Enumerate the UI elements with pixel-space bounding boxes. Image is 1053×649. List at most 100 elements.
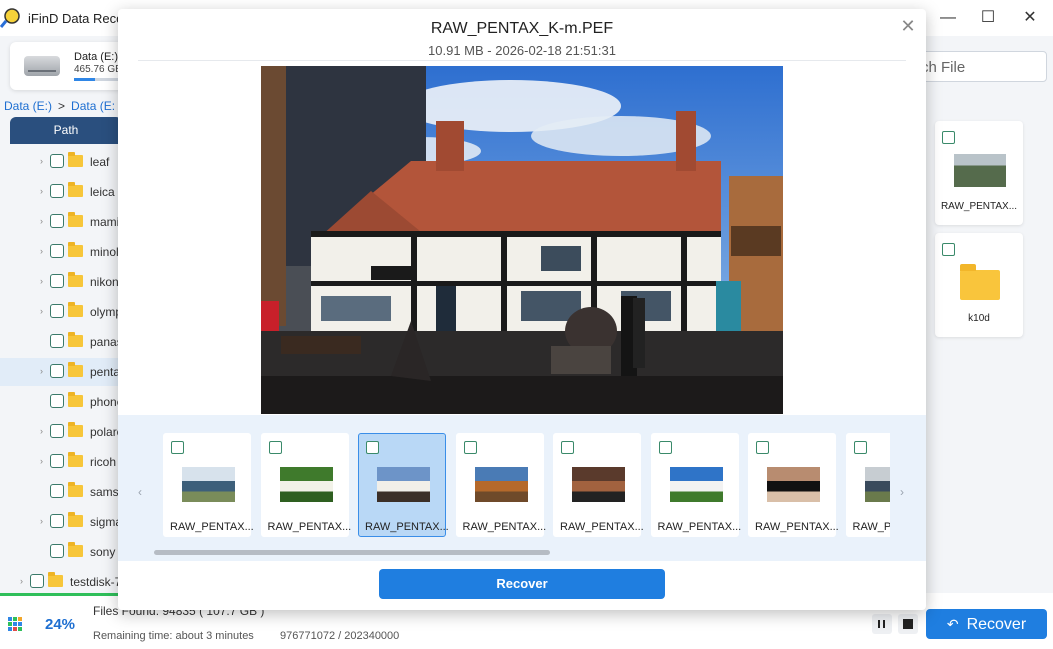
- tree-checkbox[interactable]: [50, 364, 64, 378]
- recover-button[interactable]: ↶ Recover: [926, 609, 1047, 639]
- tab-path[interactable]: Path: [10, 117, 122, 144]
- thumbnail-image: [377, 467, 430, 502]
- thumbnail-checkbox[interactable]: [268, 441, 282, 454]
- folder-icon: [68, 362, 83, 377]
- close-icon[interactable]: ✕: [898, 16, 918, 36]
- tree-checkbox[interactable]: [50, 394, 64, 408]
- tree-checkbox[interactable]: [50, 454, 64, 468]
- thumbnail-card[interactable]: RAW_PENTAX...: [650, 433, 742, 537]
- chevron-right-icon[interactable]: ›: [40, 156, 43, 166]
- folder-icon: [68, 422, 83, 437]
- thumbnail-card[interactable]: RAW_PE: [845, 433, 890, 537]
- tree-item[interactable]: panas: [0, 328, 130, 356]
- chevron-right-icon[interactable]: ›: [40, 246, 43, 256]
- thumbnail-card[interactable]: RAW_PENTAX...: [260, 433, 351, 537]
- chevron-right-icon[interactable]: ›: [40, 366, 43, 376]
- tree-item-label: penta: [90, 365, 121, 379]
- folder-card[interactable]: k10d: [935, 233, 1023, 337]
- chevron-right-icon[interactable]: ›: [40, 186, 43, 196]
- tree-item[interactable]: › polarc: [0, 418, 130, 446]
- folder-icon: [68, 452, 83, 467]
- folder-icon: [68, 272, 83, 287]
- chevron-right-icon[interactable]: ›: [40, 456, 43, 466]
- stop-button[interactable]: [898, 614, 918, 634]
- thumbnail-checkbox[interactable]: [366, 441, 379, 454]
- app-logo-icon: [0, 8, 20, 28]
- chevron-right-icon[interactable]: ›: [40, 306, 43, 316]
- tree-item[interactable]: › minol: [0, 238, 130, 266]
- thumbnail-image: [669, 467, 723, 502]
- file-card[interactable]: RAW_PENTAX...: [935, 121, 1023, 225]
- tree-checkbox[interactable]: [50, 184, 64, 198]
- tree-item[interactable]: › penta: [0, 358, 130, 386]
- tree-checkbox[interactable]: [50, 274, 64, 288]
- tree-checkbox[interactable]: [50, 244, 64, 258]
- thumbnail-name: RAW_PENTAX...: [657, 521, 742, 533]
- thumbnail-card[interactable]: RAW_PENTAX...: [358, 433, 449, 537]
- maximize-button[interactable]: ☐: [970, 6, 1006, 30]
- folder-icon: [68, 182, 83, 197]
- tree-item[interactable]: › mami: [0, 208, 130, 236]
- chevron-right-icon[interactable]: ›: [40, 516, 43, 526]
- tree-item[interactable]: sony: [0, 538, 130, 566]
- drive-size: 465.76 GB: [74, 64, 122, 75]
- tree-item[interactable]: › leaf: [0, 148, 130, 176]
- folder-icon: [68, 512, 83, 527]
- tree-checkbox[interactable]: [50, 484, 64, 498]
- thumbnail-name: RAW_PENTAX...: [365, 521, 449, 533]
- tree-item-label: sony: [90, 545, 116, 559]
- hard-drive-icon: [24, 56, 60, 76]
- search-input[interactable]: ch File: [905, 51, 1047, 82]
- tree-item-label: leica: [90, 185, 115, 199]
- scan-progress-line: [0, 593, 120, 596]
- thumbnail-card[interactable]: RAW_PENTAX...: [553, 433, 644, 537]
- tree-checkbox[interactable]: [50, 514, 64, 528]
- tree-item[interactable]: › leica: [0, 178, 130, 206]
- thumbnail-list: RAW_PENTAX... RAW_PENTAX... RAW_PENTAX... R…: [160, 433, 890, 551]
- thumbnail-checkbox[interactable]: [171, 441, 184, 454]
- chevron-right-icon[interactable]: ›: [40, 426, 43, 436]
- breadcrumb-root[interactable]: Data (E:): [4, 99, 52, 113]
- preview-recover-button[interactable]: Recover: [379, 569, 665, 599]
- thumbnail-card[interactable]: RAW_PENTAX...: [455, 433, 546, 537]
- tree-item[interactable]: › olymp: [0, 298, 130, 326]
- tree-checkbox[interactable]: [50, 304, 64, 318]
- tree-checkbox[interactable]: [50, 424, 64, 438]
- strip-next-arrow[interactable]: ›: [900, 485, 904, 499]
- tree-checkbox[interactable]: [50, 544, 64, 558]
- strip-scrollbar[interactable]: [154, 550, 550, 555]
- thumbnail-card[interactable]: RAW_PENTAX...: [748, 433, 839, 537]
- minimize-button[interactable]: —: [930, 6, 966, 30]
- chevron-right-icon[interactable]: ›: [20, 576, 23, 586]
- tree-root-item[interactable]: › testdisk-7: [0, 568, 121, 596]
- scan-percent: 24%: [45, 616, 76, 633]
- tree-item[interactable]: phone: [0, 388, 130, 416]
- strip-prev-arrow[interactable]: ‹: [138, 485, 142, 499]
- breadcrumb-current[interactable]: Data (E:: [71, 99, 115, 113]
- tree-item[interactable]: › ricoh: [0, 448, 130, 476]
- preview-file-name: RAW_PENTAX_K-m.PEF: [430, 20, 614, 37]
- tree-checkbox[interactable]: [30, 574, 44, 588]
- file-checkbox[interactable]: [942, 131, 955, 144]
- tree-item[interactable]: › nikon: [0, 268, 130, 296]
- thumbnail-checkbox[interactable]: [853, 441, 867, 454]
- thumbnail-checkbox[interactable]: [463, 441, 477, 454]
- thumbnail-checkbox[interactable]: [756, 441, 769, 454]
- thumbnail-checkbox[interactable]: [561, 441, 574, 454]
- breadcrumb-separator: >: [58, 99, 66, 113]
- thumbnail-checkbox[interactable]: [658, 441, 672, 454]
- folder-icon: [68, 302, 83, 317]
- pause-button[interactable]: [872, 614, 892, 634]
- thumbnail-image: [182, 467, 235, 502]
- chevron-right-icon[interactable]: ›: [40, 216, 43, 226]
- tree-checkbox[interactable]: [50, 154, 64, 168]
- search-placeholder: ch File: [921, 59, 966, 76]
- tree-item[interactable]: samsu: [0, 478, 130, 506]
- folder-checkbox[interactable]: [942, 243, 955, 256]
- tree-checkbox[interactable]: [50, 334, 64, 348]
- tree-item[interactable]: › sigma: [0, 508, 130, 536]
- close-window-button[interactable]: ✕: [1012, 6, 1048, 30]
- tree-checkbox[interactable]: [50, 214, 64, 228]
- chevron-right-icon[interactable]: ›: [40, 276, 43, 286]
- thumbnail-card[interactable]: RAW_PENTAX...: [163, 433, 254, 537]
